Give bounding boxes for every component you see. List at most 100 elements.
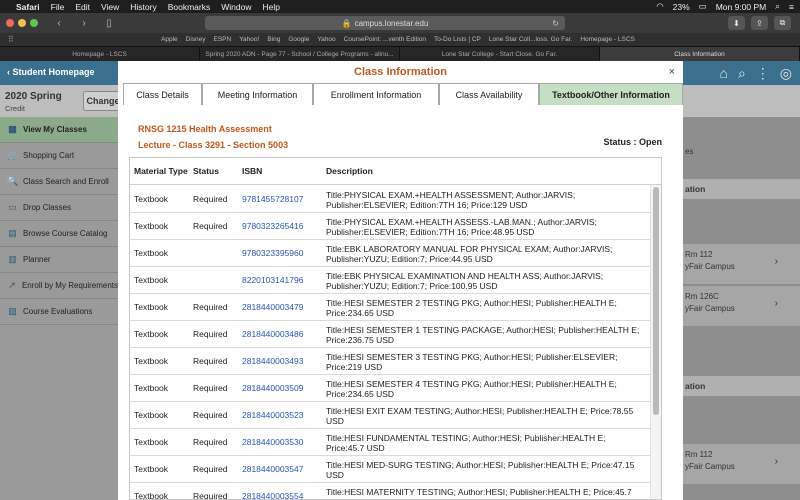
- student-homepage-link[interactable]: ‹ Student Homepage: [7, 67, 95, 77]
- menu-view[interactable]: View: [101, 2, 119, 12]
- favorite-link[interactable]: Disney: [186, 36, 206, 43]
- search-icon[interactable]: ⌕: [775, 1, 780, 12]
- table-row: Textbook Required 2818440003493 Title:HESI …: [130, 348, 650, 375]
- reload-icon[interactable]: ↻: [552, 19, 559, 28]
- right-panel-meeting[interactable]: Rm 112 yFair Campus ›: [683, 444, 800, 484]
- tab-meeting-information[interactable]: Meeting Information: [202, 83, 313, 105]
- class-status: Status : Open: [603, 137, 662, 147]
- search-icon[interactable]: ⌕: [738, 65, 746, 82]
- isbn-link[interactable]: 2818440003486: [242, 329, 303, 339]
- isbn-link[interactable]: 2818440003530: [242, 437, 303, 447]
- isbn-link[interactable]: 2818440003554: [242, 491, 303, 499]
- favorite-link[interactable]: Homepage - LSCS: [580, 36, 635, 43]
- tab-enrollment-information[interactable]: Enrollment Information: [313, 83, 439, 105]
- download-icon[interactable]: ⬇: [728, 16, 745, 30]
- home-icon[interactable]: ⌂: [719, 65, 727, 82]
- isbn-link[interactable]: 9781455728107: [242, 194, 303, 204]
- wifi-icon[interactable]: ◠: [656, 1, 663, 12]
- browser-tab[interactable]: Spring 2020 ADN - Page 77 - School / Col…: [200, 47, 400, 61]
- battery-percent[interactable]: 23%: [673, 2, 690, 12]
- close-window-button[interactable]: [6, 19, 14, 27]
- isbn-link[interactable]: 2818440003493: [242, 356, 303, 366]
- isbn-link[interactable]: 9780323395960: [242, 248, 303, 258]
- close-icon[interactable]: ×: [669, 66, 675, 78]
- status-cell: Required: [193, 383, 228, 393]
- table-row: Textbook Required 2818440003479 Title:HESI …: [130, 294, 650, 321]
- forward-arrow-icon[interactable]: ›: [76, 18, 92, 29]
- menu-file[interactable]: File: [51, 2, 65, 12]
- right-panel-meeting[interactable]: Rm 112 yFair Campus ›: [683, 244, 800, 284]
- student-homepage-label: Student Homepage: [12, 67, 95, 77]
- favorite-link[interactable]: Google: [288, 36, 309, 43]
- sidebar-item-class-search[interactable]: 🔍 Class Search and Enroll: [0, 169, 118, 195]
- favorite-link[interactable]: To-Do Lists | CP: [434, 36, 481, 43]
- favorite-link[interactable]: Yahoo!: [239, 36, 259, 43]
- favorite-link[interactable]: CoursePoint: ...venth Edition: [344, 36, 426, 43]
- isbn-link[interactable]: 2818440003479: [242, 302, 303, 312]
- back-arrow-icon[interactable]: ‹: [51, 18, 67, 29]
- status-cell: Required: [193, 221, 228, 231]
- sidebar-item-course-evaluations[interactable]: ▧ Course Evaluations: [0, 299, 118, 325]
- evaluations-icon: ▧: [8, 306, 17, 316]
- sidebar-item-label: Enroll by My Requirements: [21, 281, 118, 290]
- menu-bookmarks[interactable]: Bookmarks: [168, 2, 211, 12]
- isbn-link[interactable]: 2818440003547: [242, 464, 303, 474]
- browser-tab-active[interactable]: Class Information: [600, 47, 800, 61]
- isbn-link[interactable]: 8220103141796: [242, 275, 303, 285]
- share-icon[interactable]: ⇪: [751, 16, 768, 30]
- show-tabs-icon[interactable]: ⧉: [774, 16, 791, 30]
- clock[interactable]: Mon 9:00 PM: [716, 2, 767, 12]
- material-type-cell: Textbook: [134, 437, 169, 447]
- menu-window[interactable]: Window: [221, 2, 251, 12]
- browser-tab[interactable]: Homepage - LSCS: [0, 47, 200, 61]
- sidebar-toggle-icon[interactable]: ▯: [101, 18, 117, 29]
- favorite-link[interactable]: Bing: [267, 36, 280, 43]
- favorite-link[interactable]: ESPN: [214, 36, 232, 43]
- app-menu[interactable]: Safari: [16, 2, 40, 12]
- right-panel-meeting[interactable]: Rm 126C yFair Campus ›: [683, 286, 800, 326]
- table-row: Textbook 9780323395960 Title:EBK LABORATOR…: [130, 240, 650, 267]
- minimize-window-button[interactable]: [18, 19, 26, 27]
- sidebar-item-planner[interactable]: ▥ Planner: [0, 247, 118, 273]
- material-type-cell: Textbook: [134, 491, 169, 500]
- table-row: Textbook Required 2818440003554 Title:HESI …: [130, 483, 650, 500]
- address-bar[interactable]: 🔒 campus.lonestar.edu ↻: [205, 16, 565, 30]
- isbn-link[interactable]: 2818440003523: [242, 410, 303, 420]
- sidebar-item-view-my-classes[interactable]: ▦ View My Classes: [0, 117, 118, 143]
- battery-icon[interactable]: ▭: [699, 1, 707, 12]
- sidebar-item-drop-classes[interactable]: ▭ Drop Classes: [0, 195, 118, 221]
- top-sites-grid-icon[interactable]: ⠿: [8, 35, 14, 44]
- table-row: Textbook Required 2818440003523 Title:HESI …: [130, 402, 650, 429]
- isbn-link[interactable]: 2818440003509: [242, 383, 303, 393]
- zoom-window-button[interactable]: [30, 19, 38, 27]
- textbook-table: Material Type Status ISBN Description Te…: [129, 157, 662, 500]
- address-text: campus.lonestar.edu: [354, 18, 429, 28]
- browser-tab[interactable]: Lone Star College - Start Close. Go Far.: [400, 47, 600, 61]
- favorites-bar: ⠿ Apple Disney ESPN Yahoo! Bing Google Y…: [0, 33, 800, 46]
- navbar-icon[interactable]: ◎: [780, 65, 792, 82]
- description-cell: Title:HESI SEMESTER 4 TESTING PKG; Autho…: [326, 379, 617, 399]
- tab-class-details[interactable]: Class Details: [123, 83, 202, 105]
- sidebar-item-enroll-by-requirements[interactable]: ↗ Enroll by My Requirements: [0, 273, 118, 299]
- column-header-isbn: ISBN: [242, 166, 263, 176]
- table-scrollbar[interactable]: [650, 185, 661, 499]
- scrollbar-thumb[interactable]: [653, 187, 659, 415]
- sidebar-item-browse-catalog[interactable]: ▤ Browse Course Catalog: [0, 221, 118, 247]
- isbn-link[interactable]: 9780323265416: [242, 221, 303, 231]
- favorite-link[interactable]: Yahoo: [317, 36, 335, 43]
- material-type-cell: Textbook: [134, 329, 169, 339]
- modal-title: Class Information: [354, 66, 447, 78]
- menu-extras-icon[interactable]: ≡: [789, 2, 794, 12]
- menu-icon[interactable]: ⋮: [756, 65, 770, 82]
- menu-edit[interactable]: Edit: [75, 2, 90, 12]
- tab-class-availability[interactable]: Class Availability: [439, 83, 539, 105]
- sidebar-item-shopping-cart[interactable]: 🛒 Shopping Cart: [0, 143, 118, 169]
- favorite-link[interactable]: Lone Star Coll...loss. Go Far.: [489, 36, 572, 43]
- menu-history[interactable]: History: [130, 2, 156, 12]
- description-cell: Title:HESI MATERNITY TESTING; Author:HES…: [326, 487, 632, 499]
- menu-help[interactable]: Help: [262, 2, 279, 12]
- favorite-link[interactable]: Apple: [161, 36, 178, 43]
- change-term-button[interactable]: Change: [83, 91, 123, 111]
- tab-textbook-other-information[interactable]: Textbook/Other Information: [539, 83, 683, 105]
- drop-icon: ▭: [8, 202, 17, 212]
